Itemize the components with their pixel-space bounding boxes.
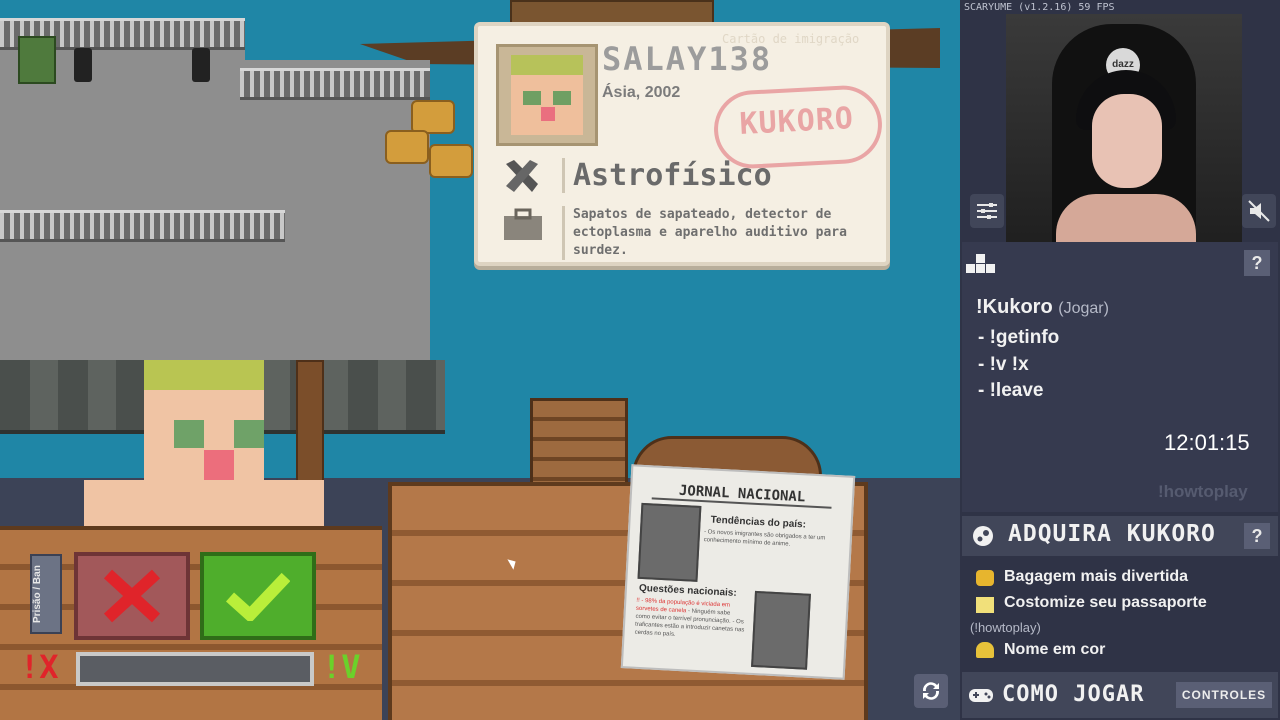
barrier-post <box>74 48 92 82</box>
portrait-eye <box>523 91 541 105</box>
main-command-sub: (Jogar) <box>1058 300 1109 317</box>
immigrant-arms <box>84 480 324 528</box>
immigrant-sprite <box>84 360 324 528</box>
controls-button[interactable]: CONTROLES <box>1176 682 1272 708</box>
passport-icon <box>976 597 994 613</box>
newspaper-headline: Questões nacionais: <box>638 582 737 599</box>
barrier-post <box>192 48 210 82</box>
crate <box>530 398 628 488</box>
command-line: - !leave <box>978 380 1044 401</box>
luggage-icon <box>502 208 544 242</box>
newspaper-text: - Os novos imigrantes são obrigados a te… <box>703 529 826 548</box>
howtoplay-hint: (!howtoplay) <box>970 620 1041 635</box>
portrait-face <box>511 75 583 135</box>
main-command: !Kukoro (Jogar) <box>976 296 1109 319</box>
immigrant-mouth <box>204 450 234 480</box>
command-line: - !getinfo <box>978 327 1060 348</box>
howplay-title: COMO JOGAR <box>1002 682 1145 707</box>
reject-command: !X <box>20 648 59 686</box>
sliders-icon <box>977 203 997 219</box>
prison-ban-tab[interactable]: Prisão / Ban <box>30 554 62 634</box>
newspaper-body-text: - Ninguém sabe como evitar o terrível pr… <box>634 608 745 638</box>
immigrant-profession: Astrofísico <box>562 158 772 193</box>
newspaper-image <box>751 590 811 670</box>
immigrant-hair <box>144 360 264 390</box>
tools-icon <box>500 154 544 198</box>
newspaper[interactable]: JORNAL NACIONAL Tendências do país: - Os… <box>620 464 856 680</box>
approve-check-icon <box>226 572 290 621</box>
clock: 12:01:15 <box>1164 430 1250 455</box>
barrel <box>385 130 429 164</box>
game-viewport: Cartão de imigração SALAY138 Ásia, 2002 … <box>0 0 960 720</box>
newspaper-text: !! - 98% da população é viciada em sorve… <box>634 597 746 643</box>
approve-button[interactable] <box>200 552 316 640</box>
portrait-eye <box>553 91 571 105</box>
luggage-icon <box>976 570 994 586</box>
commands-help-button[interactable]: ? <box>1244 250 1270 276</box>
main-command-text: !Kukoro <box>976 296 1053 318</box>
perk-item: Nome em cor <box>1004 641 1106 658</box>
command-line: - !v !x <box>978 354 1029 375</box>
gamepad-icon <box>968 686 994 704</box>
steam-icon <box>972 525 994 547</box>
perk-item: Bagagem mais divertida <box>1004 568 1189 585</box>
barrel <box>429 144 473 178</box>
vote-progress-bar <box>76 652 314 686</box>
immigrant-eye <box>234 420 264 448</box>
version-label: SCARYUME (v1.2.16) 59 FPS <box>964 2 1115 13</box>
buy-title: ADQUIRA KUKORO <box>1008 521 1216 547</box>
newspaper-image <box>637 502 702 582</box>
portrait-mouth <box>541 107 555 121</box>
commands-panel <box>962 242 1278 512</box>
speaker-muted-icon <box>1248 200 1270 222</box>
barrel <box>411 100 455 134</box>
buy-help-button[interactable]: ? <box>1244 523 1270 549</box>
pier-railing-middle <box>0 210 285 242</box>
settings-button[interactable] <box>970 194 1004 228</box>
portrait-hair <box>511 55 583 75</box>
refresh-icon <box>922 682 940 700</box>
guard-sprite <box>18 36 56 84</box>
howtoplay-hint: !howtoplay <box>1158 482 1248 501</box>
immigrant-eye <box>174 420 204 448</box>
stamp-text: KUKORO <box>738 101 855 143</box>
perk-item: Costomize seu passaporte <box>1004 594 1207 611</box>
immigrant-origin: Ásia, 2002 <box>602 84 681 101</box>
refresh-button[interactable] <box>914 674 948 708</box>
reject-x-icon <box>103 569 161 623</box>
webcam-face <box>1092 94 1162 188</box>
name-color-icon <box>976 642 994 658</box>
newspaper-headline: Tendências do país: <box>710 514 807 531</box>
mute-button[interactable] <box>1242 194 1276 228</box>
approve-command: !V <box>322 648 361 686</box>
pier-railing-top <box>240 68 430 100</box>
barrier-posts <box>70 0 230 90</box>
immigrant-luggage: Sapatos de sapateado, detector de ectopl… <box>562 206 889 260</box>
reject-button[interactable] <box>74 552 190 640</box>
blocks-icon <box>966 254 996 274</box>
barrels <box>385 100 475 180</box>
immigrant-name: SALAY138 <box>602 40 773 78</box>
immigrant-portrait <box>496 44 598 146</box>
immigration-card: Cartão de imigração SALAY138 Ásia, 2002 … <box>474 22 890 266</box>
